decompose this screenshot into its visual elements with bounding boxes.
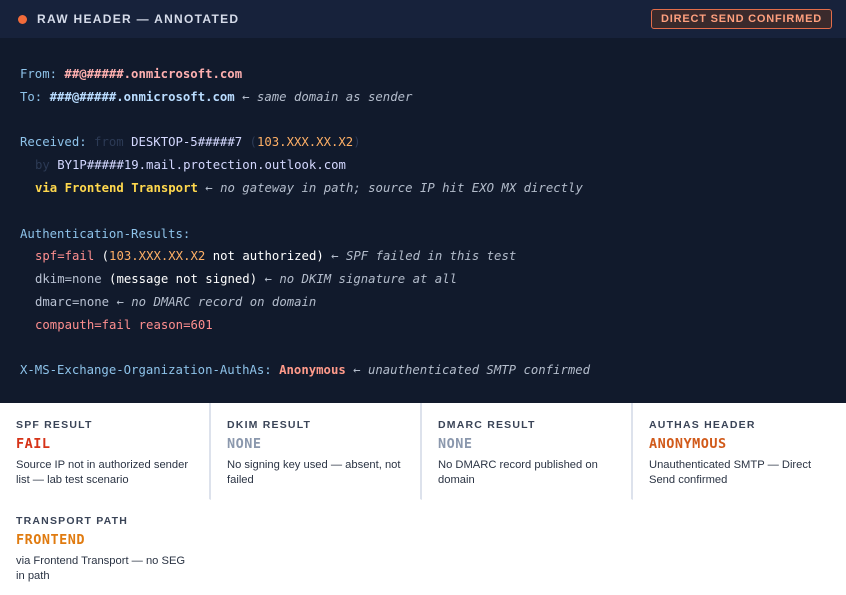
compauth-value: compauth=fail reason=601 <box>35 317 213 332</box>
to-annotation: ← same domain as sender <box>234 89 413 104</box>
dmarc-annotation: ← no DMARC record on domain <box>109 294 317 309</box>
direct-send-badge: DIRECT SEND CONFIRMED <box>650 9 832 29</box>
spf-ip: 103.XXX.XX.X2 <box>109 249 206 264</box>
dmarc-value: dmarc=none <box>35 294 110 309</box>
card-description: No signing key used — absent, not failed <box>227 459 401 486</box>
authas-label: X-MS-Exchange-Organization-AuthAs: <box>20 363 280 378</box>
from-label: From: <box>20 67 65 81</box>
to-label: To: <box>20 89 50 104</box>
status-dot-icon <box>18 14 27 24</box>
spf-annotation: ← SPF failed in this test <box>323 249 517 264</box>
received-line: Received: from DESKTOP-5#####7 (103.XXX.… <box>20 131 826 154</box>
card-value: ANONYMOUS <box>649 436 727 452</box>
dkim-result-card: DKIM RESULT NONE No signing key used — a… <box>211 403 422 500</box>
authas-header-card: AUTHAS HEADER ANONYMOUS Unauthenticated … <box>633 403 844 500</box>
dkim-annotation: ← no DKIM signature at all <box>257 272 458 287</box>
header-bar: RAW HEADER — ANNOTATED DIRECT SEND CONFI… <box>0 0 846 42</box>
via-annotation: ← no gateway in path; source IP hit EXO … <box>197 180 583 195</box>
card-value: FAIL <box>16 436 51 452</box>
card-label: AUTHAS HEADER <box>649 419 756 431</box>
received-label: Received: <box>20 135 95 150</box>
from-value: ##@#####.onmicrosoft.com <box>64 67 243 81</box>
spf-value: spf=fail <box>35 249 95 264</box>
spf-paren: ( <box>94 249 110 264</box>
spf-detail: not authorized) <box>205 249 324 264</box>
dkim-line: dkim=none (message not signed) ← no DKIM… <box>20 268 826 291</box>
received-host: DESKTOP-5#####7 <box>131 135 250 150</box>
card-description: No DMARC record published on domain <box>438 459 598 486</box>
raw-header-code-block: From: ##@#####.onmicrosoft.com To: ###@#… <box>0 42 846 403</box>
card-label: SPF RESULT <box>16 419 93 431</box>
paren-close: ) <box>353 135 361 150</box>
dmarc-line: dmarc=none ← no DMARC record on domain <box>20 291 826 314</box>
by-line: by BY1P#####19.mail.protection.outlook.c… <box>20 154 826 177</box>
card-value: NONE <box>227 436 262 452</box>
auth-results-label: Authentication-Results: <box>20 226 191 241</box>
authas-value: Anonymous <box>279 363 346 378</box>
dkim-value: dkim=none <box>35 272 102 287</box>
auth-results-line: Authentication-Results: <box>20 223 826 246</box>
to-value: ###@#####.onmicrosoft.com <box>49 89 235 104</box>
paren-open: ( <box>249 135 257 150</box>
spf-result-card: SPF RESULT FAIL Source IP not in authori… <box>0 403 211 500</box>
card-label: DMARC RESULT <box>438 419 536 431</box>
result-cards: SPF RESULT FAIL Source IP not in authori… <box>0 403 846 595</box>
received-from-keyword: from <box>94 135 132 150</box>
card-description: Unauthenticated SMTP — Direct Send confi… <box>649 459 812 486</box>
from-line: From: ##@#####.onmicrosoft.com <box>20 63 826 86</box>
received-ip: 103.XXX.XX.X2 <box>256 135 354 150</box>
by-host: BY1P#####19.mail.protection.outlook.com <box>57 158 346 173</box>
card-description: Source IP not in authorized sender list … <box>16 459 189 486</box>
card-description: via Frontend Transport — no SEG in path <box>16 555 186 582</box>
transport-path-card: TRANSPORT PATH FRONTEND via Frontend Tra… <box>0 500 211 595</box>
card-label: TRANSPORT PATH <box>16 515 129 527</box>
by-keyword: by <box>35 158 58 173</box>
card-label: DKIM RESULT <box>227 419 312 431</box>
compauth-line: compauth=fail reason=601 <box>20 314 826 337</box>
to-line: To: ###@#####.onmicrosoft.com ← same dom… <box>20 86 826 109</box>
card-value: FRONTEND <box>16 532 86 548</box>
card-value: NONE <box>438 436 473 452</box>
authas-annotation: ← unauthenticated SMTP confirmed <box>345 363 591 378</box>
dkim-detail: (message not signed) <box>101 272 258 287</box>
dmarc-result-card: DMARC RESULT NONE No DMARC record publis… <box>422 403 633 500</box>
via-line: via Frontend Transport ← no gateway in p… <box>20 177 826 200</box>
via-value: via Frontend Transport <box>35 180 198 195</box>
header-title: RAW HEADER — ANNOTATED <box>37 12 240 26</box>
spf-line: spf=fail (103.XXX.XX.X2 not authorized) … <box>20 245 826 268</box>
authas-line: X-MS-Exchange-Organization-AuthAs: Anony… <box>20 359 826 382</box>
